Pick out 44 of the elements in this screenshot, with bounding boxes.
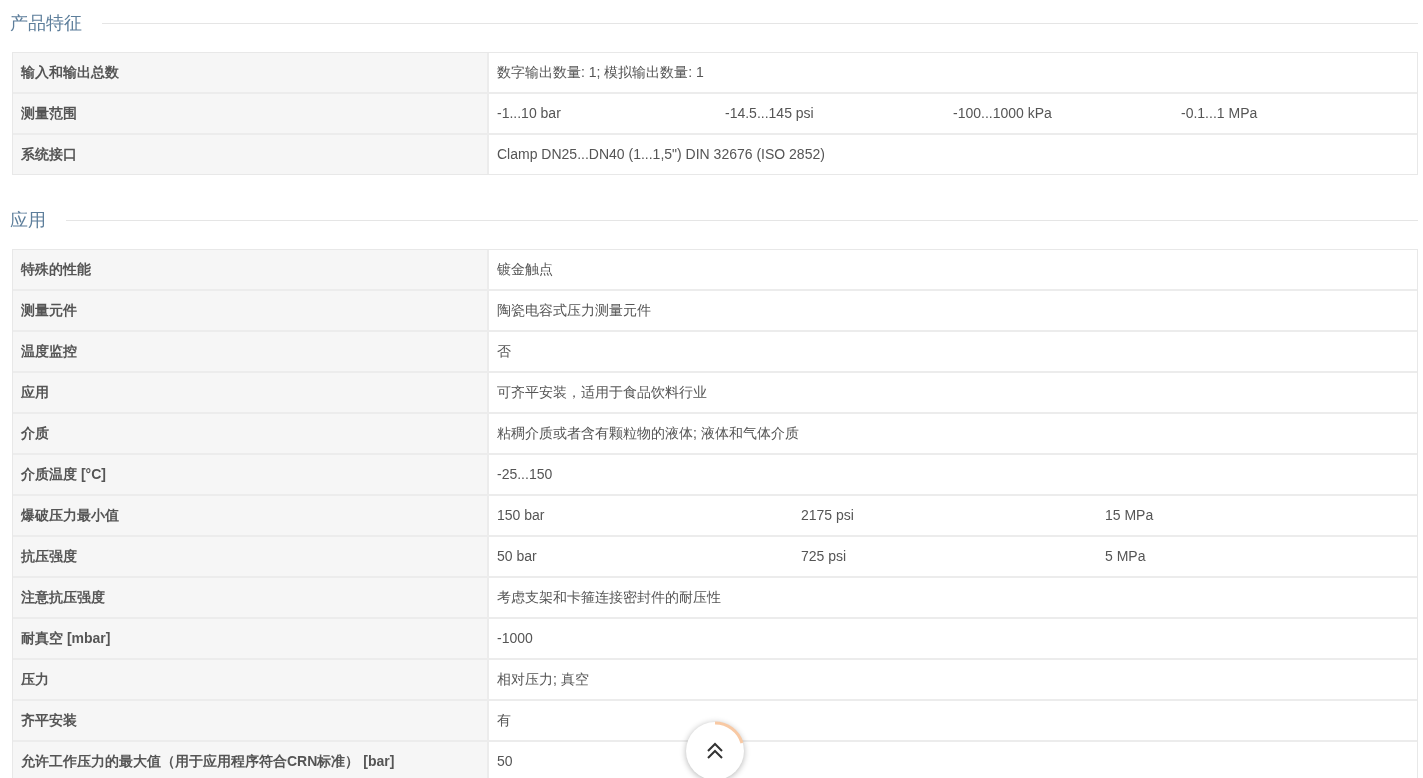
table-cell: 抗压强度 xyxy=(13,537,489,576)
table-cell: 压力 xyxy=(13,660,489,699)
table-cell: 特殊的性能 xyxy=(13,250,489,289)
table-cell: 输入和输出总数 xyxy=(13,53,489,92)
table-cell-text: 5 MPa xyxy=(1105,548,1147,565)
table-cell-text: 50 bar xyxy=(497,548,538,565)
table-cell-text: 粘稠介质或者含有颗粒物的液体; 液体和气体介质 xyxy=(497,425,800,442)
table-cell: 应用 xyxy=(13,373,489,412)
table-cell-text: -100...1000 kPa xyxy=(953,105,1053,122)
table-cell-text: 镀金触点 xyxy=(497,261,554,278)
table-cell: 测量元件 xyxy=(13,291,489,330)
table-cell-text: 可齐平安装，适用于食品饮料行业 xyxy=(497,384,708,401)
table-cell: 测量范围 xyxy=(13,94,489,133)
table-cell-text: 50 xyxy=(497,753,514,770)
table-cell-text: 相对压力; 真空 xyxy=(497,671,590,688)
table-cell: 温度监控 xyxy=(13,332,489,371)
double-chevron-up-icon xyxy=(705,741,725,761)
table-cell-text: 725 psi xyxy=(801,548,848,565)
table-cell: 爆破压力最小值 xyxy=(13,496,489,535)
section-title: 产品特征 xyxy=(10,12,82,35)
table-cell-text: -0.1...1 MPa xyxy=(1181,105,1259,122)
table-cell: 注意抗压强度 xyxy=(13,578,489,617)
table-cell: 齐平安装 xyxy=(13,701,489,740)
table-cell-text: -25...150 xyxy=(497,466,554,483)
table-cell-text: Clamp DN25...DN40 (1...1,5") DIN 32676 (ISO 2852) xyxy=(497,146,826,163)
table-cell-text: 考虑支架和卡箍连接密封件的耐压性 xyxy=(497,589,722,606)
table-cell-text: -1...10 bar xyxy=(497,105,562,122)
table-cell-text: 15 MPa xyxy=(1105,507,1155,524)
table-cell-text: -1000 xyxy=(497,630,534,647)
table-cell: 允许工作压力的最大值（用于应用程序符合CRN标准） [bar] xyxy=(13,742,489,778)
table-cell-text: 有 xyxy=(497,712,512,729)
table-cell: 介质 xyxy=(13,414,489,453)
table-cell-text: 数字输出数量: 1; 模拟输出数量: 1 xyxy=(497,64,705,81)
table-cell-text: 否 xyxy=(497,343,512,360)
table-cell: 介质温度 [°C] xyxy=(13,455,489,494)
table-cell-text: 2175 psi xyxy=(801,507,855,524)
table-cell-text: 150 bar xyxy=(497,507,546,524)
table-cell: 耐真空 [mbar] xyxy=(13,619,489,658)
section-title: 应用 xyxy=(10,209,46,232)
table-cell-text: 陶瓷电容式压力测量元件 xyxy=(497,302,652,319)
table-cell-text: -14.5...145 psi xyxy=(725,105,815,122)
progress-ring-icon xyxy=(714,721,744,745)
table-cell: 系统接口 xyxy=(13,135,489,174)
scroll-to-top-button[interactable] xyxy=(686,722,744,778)
